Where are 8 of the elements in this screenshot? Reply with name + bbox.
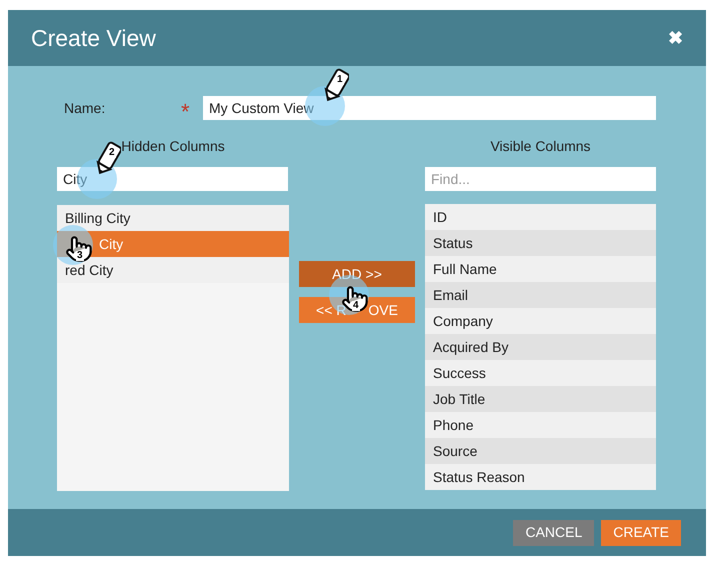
column-heading: Hidden Columns [121, 136, 225, 156]
name-label: Name: [63, 98, 106, 118]
step-number: 4 [352, 301, 360, 311]
required-mark: * [181, 98, 191, 123]
column-heading: Visible Columns [490, 136, 591, 156]
step-number: 3 [76, 251, 84, 261]
step-number: 2 [108, 148, 116, 158]
dialog-title: Create View [31, 24, 156, 53]
